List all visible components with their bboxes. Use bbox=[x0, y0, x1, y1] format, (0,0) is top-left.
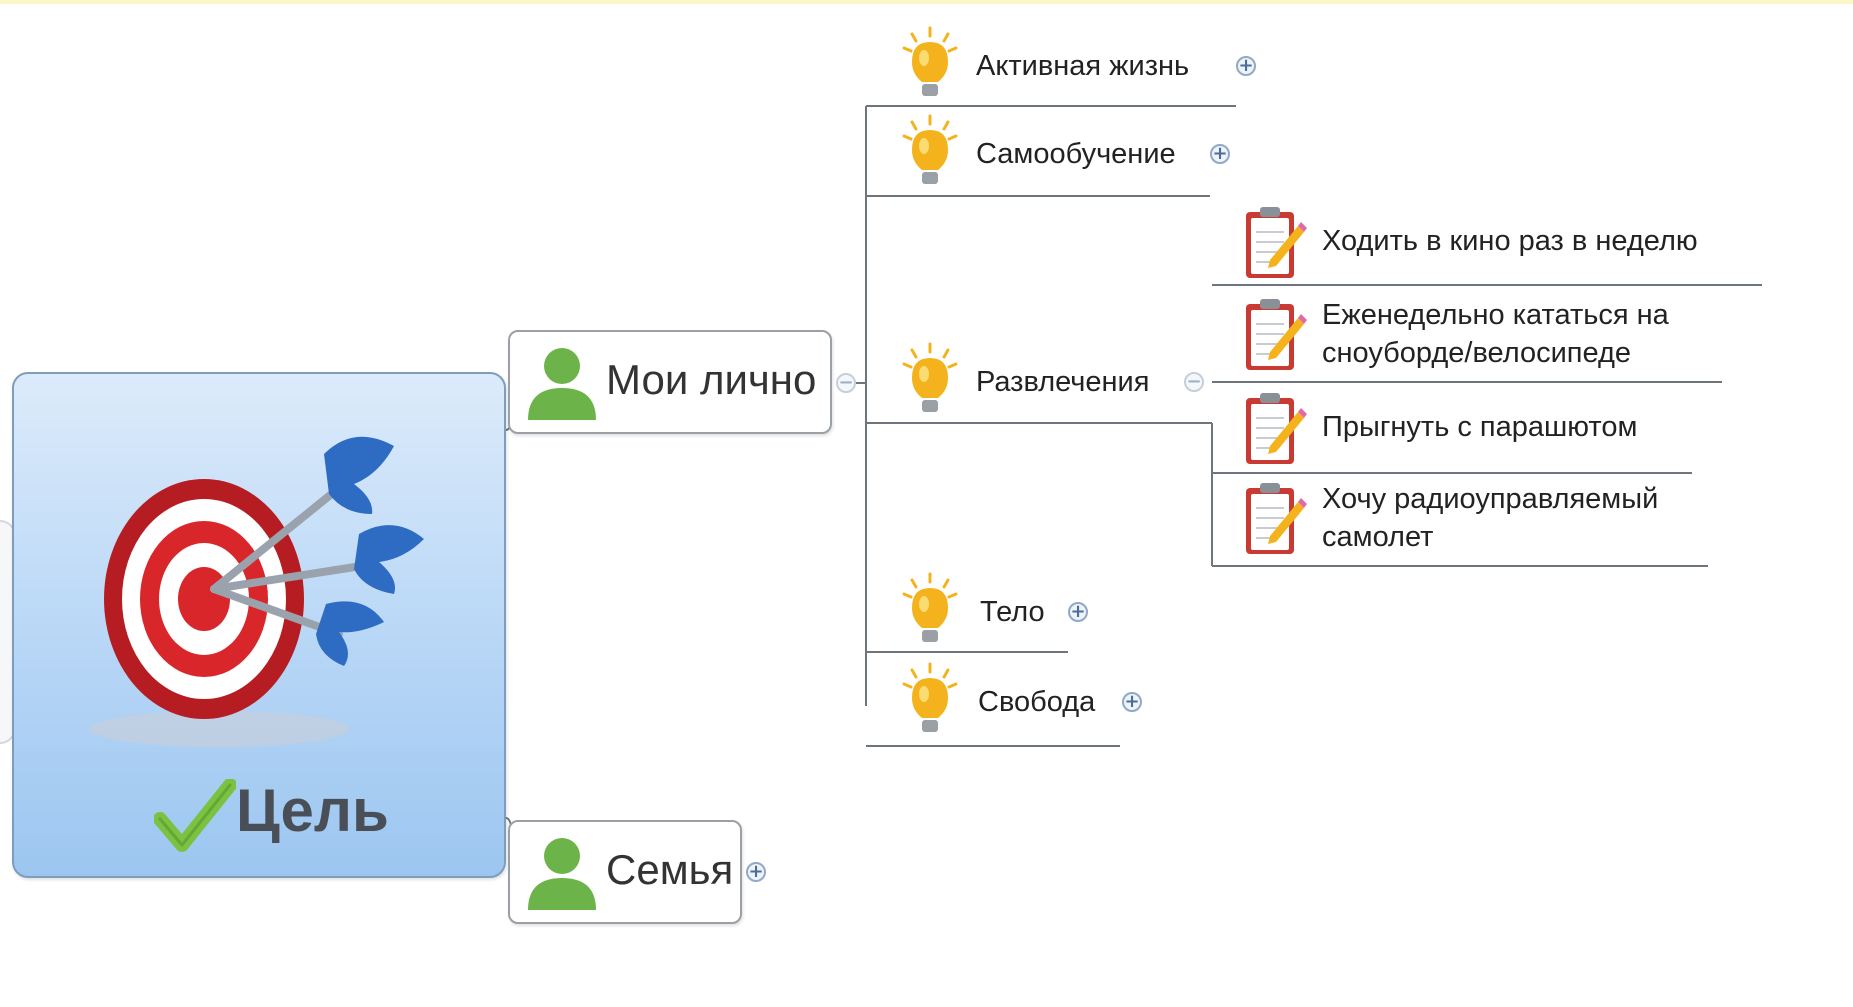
task-label[interactable]: Еженедельно кататься на сноуборде/велоси… bbox=[1322, 296, 1669, 372]
task-line: Хочу радиоуправляемый bbox=[1322, 483, 1659, 515]
lightbulb-icon bbox=[902, 114, 958, 184]
clipboard-task-icon bbox=[1246, 207, 1307, 278]
expand-toggle-icon[interactable]: + bbox=[1122, 692, 1142, 712]
lightbulb-icon bbox=[902, 26, 958, 96]
idea-label-aktivnaya-zhizn[interactable]: Активная жизнь bbox=[976, 48, 1189, 86]
central-topic[interactable]: Цель bbox=[12, 372, 506, 878]
lightbulb-icon bbox=[902, 342, 958, 412]
task-line: Прыгнуть с парашютом bbox=[1322, 411, 1638, 443]
clipboard-task-icon bbox=[1246, 299, 1307, 370]
task-line: сноуборде/велосипеде bbox=[1322, 337, 1632, 369]
collapse-toggle-icon[interactable]: − bbox=[1184, 372, 1204, 392]
expand-toggle-icon[interactable]: + bbox=[1068, 602, 1088, 622]
checkmark-icon bbox=[154, 779, 236, 852]
collapse-toggle-icon[interactable]: − bbox=[836, 373, 856, 393]
idea-label-telo[interactable]: Тело bbox=[980, 594, 1045, 632]
branch-label: Семья bbox=[606, 846, 734, 893]
task-line: самолет bbox=[1322, 521, 1434, 553]
idea-label-samoobuchenie[interactable]: Самообучение bbox=[976, 136, 1176, 174]
branch-semya[interactable]: Семья bbox=[508, 820, 742, 924]
task-line: Ходить в кино раз в неделю bbox=[1322, 225, 1698, 257]
expand-toggle-icon[interactable]: + bbox=[746, 862, 766, 882]
idea-label-razvlecheniya[interactable]: Развлечения bbox=[976, 364, 1149, 402]
task-label[interactable]: Хочу радиоуправляемый самолет bbox=[1322, 480, 1658, 556]
person-icon bbox=[528, 348, 596, 420]
person-icon bbox=[528, 838, 596, 910]
lightbulb-icon bbox=[902, 662, 958, 732]
clipboard-task-icon bbox=[1246, 393, 1307, 464]
clipboard-task-icon bbox=[1246, 483, 1307, 554]
expand-toggle-icon[interactable]: + bbox=[1210, 144, 1230, 164]
branch-label: Мои лично bbox=[606, 356, 817, 403]
expand-toggle-icon[interactable]: + bbox=[1236, 56, 1256, 76]
target-dart-icon bbox=[89, 436, 424, 747]
lightbulb-icon bbox=[902, 572, 958, 642]
task-label[interactable]: Прыгнуть с парашютом bbox=[1322, 408, 1637, 446]
task-label[interactable]: Ходить в кино раз в неделю bbox=[1322, 222, 1698, 260]
central-topic-label: Цель bbox=[236, 777, 389, 844]
branch-moi-lichno[interactable]: Мои лично bbox=[508, 330, 832, 434]
idea-label-svoboda[interactable]: Свобода bbox=[978, 684, 1095, 722]
task-line: Еженедельно кататься на bbox=[1322, 299, 1669, 331]
